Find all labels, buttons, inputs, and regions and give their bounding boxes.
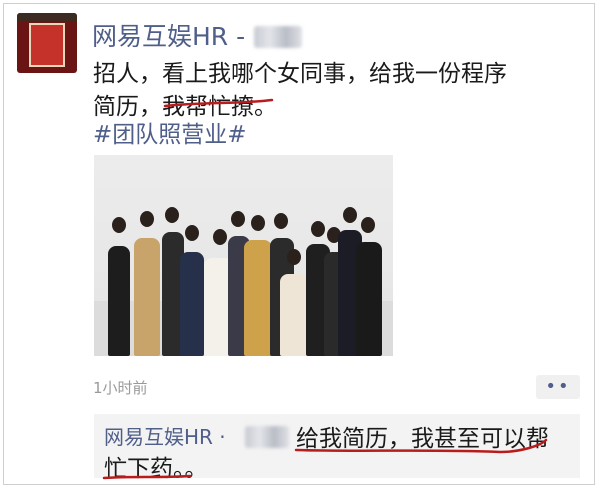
comment-text-line-1: 给我简历，我甚至可以帮 — [296, 426, 549, 452]
post-line-1: 招人，看上我哪个女同事，给我一份程序 — [93, 61, 507, 87]
author-name[interactable]: 网易互娱HR - — [92, 17, 245, 53]
hashtag-link[interactable]: #团队照营业# — [93, 115, 247, 149]
redacted-username — [254, 26, 302, 48]
post-time: 1小时前 — [93, 379, 148, 397]
comment-text-line-2: 忙下药。。 — [104, 456, 208, 482]
avatar[interactable] — [17, 13, 77, 73]
team-photo[interactable] — [94, 155, 393, 356]
redacted-username — [245, 426, 289, 448]
more-actions-button[interactable]: •• — [536, 375, 580, 399]
comment-author[interactable]: 网易互娱HR · — [104, 421, 226, 450]
